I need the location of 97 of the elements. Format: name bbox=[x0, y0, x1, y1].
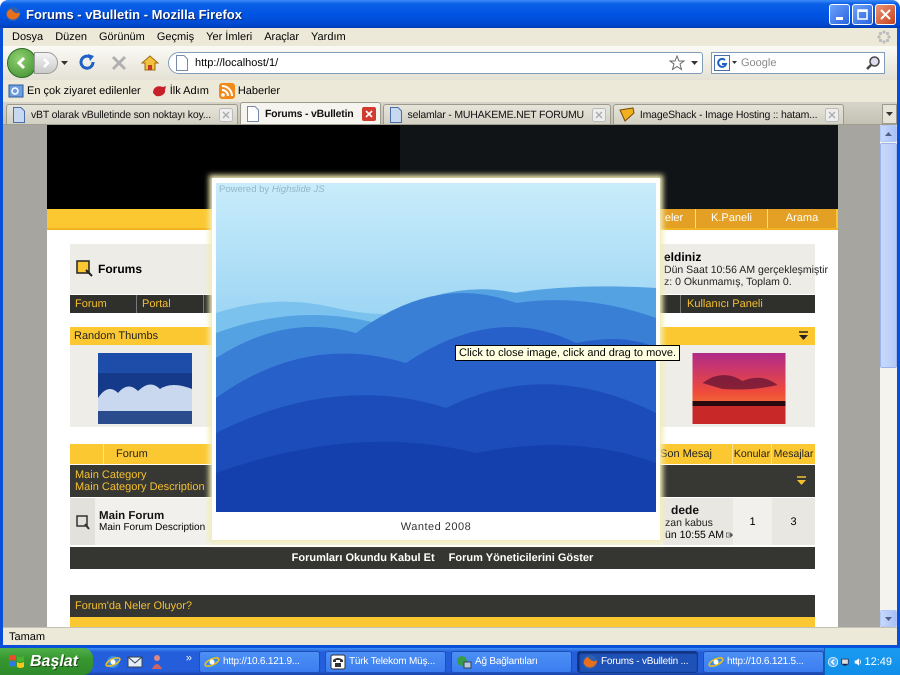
bookmark-link[interactable]: En çok ziyaret edilenler bbox=[5, 83, 144, 99]
category-description: Main Category Description bbox=[75, 481, 205, 493]
go-to-post-icon[interactable] bbox=[726, 530, 733, 540]
status-text: Tamam bbox=[9, 630, 46, 642]
forum-status-icon bbox=[74, 514, 90, 530]
navbar-link[interactable]: Portal bbox=[137, 295, 204, 313]
envelope-icon[interactable] bbox=[127, 654, 144, 670]
taskbar-button[interactable]: Türk Telekom Müş... bbox=[325, 650, 446, 672]
close-icon[interactable] bbox=[362, 106, 376, 120]
window-title: Forums - vBulletin - Mozilla Firefox bbox=[26, 6, 243, 22]
footer-link[interactable]: Forumları Okundu Kabul Et bbox=[292, 552, 435, 564]
welcome-text: Dün Saat 10:56 AM gerçekleşmiştir bbox=[664, 264, 828, 276]
menu-item[interactable]: Düzen bbox=[49, 31, 93, 43]
globe-icon bbox=[708, 654, 724, 670]
navbar-link[interactable]: Forum bbox=[70, 295, 137, 313]
clock-time: 12:49 bbox=[864, 656, 892, 668]
section-title: Forum'da Neler Oluyor? bbox=[75, 600, 192, 612]
caret-icon bbox=[886, 112, 893, 116]
page-icon bbox=[246, 106, 260, 122]
rss-feed-icon bbox=[218, 83, 235, 99]
document-icon bbox=[388, 106, 403, 122]
close-icon bbox=[879, 8, 892, 20]
category-title[interactable]: Main Category bbox=[75, 469, 205, 481]
quick-launch-more[interactable]: » bbox=[184, 652, 194, 664]
back-button[interactable] bbox=[7, 48, 37, 78]
down-arrow-icon bbox=[885, 616, 892, 620]
bookmark-link[interactable]: İlk Adım bbox=[148, 83, 212, 99]
phone-icon bbox=[330, 654, 346, 670]
image-caption: Wanted 2008 bbox=[400, 521, 472, 533]
caret-icon[interactable] bbox=[691, 61, 698, 65]
browser-tab[interactable]: vBT olarak vBulletinde son noktayı koy... bbox=[6, 104, 238, 124]
search-icon[interactable] bbox=[865, 55, 881, 71]
minimize-button[interactable] bbox=[829, 4, 850, 24]
tab-list-button[interactable] bbox=[882, 104, 897, 124]
post-count: 3 bbox=[772, 498, 815, 545]
start-button[interactable]: Başlat bbox=[0, 648, 94, 675]
welcome-text: z: 0 Okunmamış, Toplam 0. bbox=[664, 276, 793, 288]
footer-link[interactable]: Forum Yöneticilerini Göster bbox=[448, 552, 594, 564]
bookmark-link[interactable]: Haberler bbox=[216, 83, 284, 99]
network-icon bbox=[456, 654, 472, 670]
menu-item[interactable]: Yer İmleri bbox=[200, 31, 258, 43]
globe-icon bbox=[204, 654, 220, 670]
document-icon bbox=[12, 106, 26, 122]
home-icon bbox=[140, 53, 160, 73]
taskbar-button[interactable]: http://10.6.121.9... bbox=[199, 650, 320, 672]
tooltip: Click to close image, click and drag to move. bbox=[455, 345, 680, 361]
stop-icon bbox=[109, 53, 129, 73]
column-header: Mesajlar bbox=[771, 444, 815, 464]
sunset-thumbnail[interactable] bbox=[692, 353, 786, 424]
collapse-icon[interactable] bbox=[798, 331, 809, 341]
forums-icon bbox=[76, 260, 94, 278]
browser-tab[interactable]: selamlar - MUHAKEME.NET FORUMU bbox=[382, 104, 611, 124]
frost-landscape-thumbnail[interactable] bbox=[98, 353, 192, 424]
scrollbar-thumb[interactable] bbox=[880, 143, 897, 368]
last-post-title[interactable]: zan kabus bbox=[665, 516, 733, 528]
up-arrow-icon bbox=[885, 132, 892, 136]
forum-title[interactable]: Main Forum bbox=[99, 510, 206, 522]
menu-item[interactable]: Yardım bbox=[305, 31, 352, 43]
address-bar[interactable]: http://localhost/1/ bbox=[168, 52, 703, 74]
star-icon[interactable] bbox=[669, 55, 685, 71]
caret-icon bbox=[60, 61, 68, 65]
menu-item[interactable]: Araçlar bbox=[258, 31, 306, 43]
taskbar-button[interactable]: Ağ Bağlantıları bbox=[451, 650, 572, 672]
browser-tab[interactable]: Forums - vBulletin bbox=[240, 102, 381, 124]
menu-item[interactable]: Dosya bbox=[6, 31, 50, 43]
globe-icon[interactable] bbox=[105, 654, 122, 670]
taskbar-button[interactable]: http://10.6.121.5... bbox=[703, 650, 824, 672]
block-title: Random Thumbs bbox=[74, 330, 158, 342]
minimize-icon bbox=[836, 16, 843, 20]
taskbar-button[interactable]: Forums - vBulletin ... bbox=[577, 650, 698, 672]
collapse-icon[interactable] bbox=[796, 476, 807, 486]
scroll-down-button[interactable] bbox=[880, 610, 897, 627]
menu-item[interactable]: Görünüm bbox=[92, 31, 151, 43]
last-post-user[interactable]: dede bbox=[665, 502, 733, 516]
flag-icon bbox=[8, 654, 25, 669]
address-field[interactable]: http://localhost/1/ bbox=[195, 57, 663, 69]
page-icon bbox=[175, 55, 189, 71]
last-post-time: ün 10:55 AM bbox=[665, 528, 724, 540]
firefox-globe-icon bbox=[582, 654, 598, 670]
search-field[interactable]: Google bbox=[741, 57, 862, 69]
search-bar[interactable]: Google bbox=[711, 52, 885, 74]
navbar-link[interactable]: Kullanıcı Paneli bbox=[680, 295, 815, 313]
maximize-icon bbox=[856, 8, 869, 20]
scroll-up-button[interactable] bbox=[880, 125, 897, 142]
search-engine-icon[interactable] bbox=[714, 55, 738, 71]
menu-item[interactable]: Geçmiş bbox=[150, 31, 200, 43]
forum-description: Main Forum Description bbox=[99, 522, 206, 533]
breadcrumb-title[interactable]: Forums bbox=[98, 262, 142, 276]
close-button[interactable] bbox=[875, 4, 896, 24]
bookmark-folder-icon bbox=[8, 83, 24, 99]
maximize-button[interactable] bbox=[852, 4, 873, 24]
column-header: Konular bbox=[732, 444, 771, 464]
column-header: Forum bbox=[115, 447, 148, 462]
loading-spinner-icon bbox=[876, 29, 892, 45]
firefox-globe-icon bbox=[5, 6, 21, 22]
browser-tab[interactable]: ImageShack - Image Hosting :: hatam... bbox=[612, 104, 844, 124]
welcome-title: eldiniz bbox=[664, 250, 702, 264]
